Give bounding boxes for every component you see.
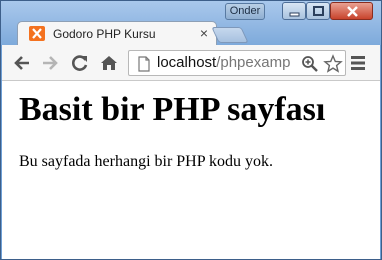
back-arrow-icon[interactable] bbox=[12, 53, 32, 73]
close-window-button[interactable] bbox=[330, 2, 373, 20]
url-text[interactable]: localhost/phpexamp bbox=[157, 54, 290, 71]
minimize-button[interactable] bbox=[282, 2, 306, 20]
url-path: /phpexamp bbox=[216, 54, 291, 71]
browser-toolbar: localhost/phpexamp bbox=[2, 45, 380, 81]
profile-button[interactable]: Onder bbox=[225, 3, 265, 20]
tab-title: Godoro PHP Kursu bbox=[53, 27, 156, 41]
home-icon[interactable] bbox=[99, 53, 119, 73]
forward-arrow-icon[interactable] bbox=[40, 53, 60, 73]
tab-godoro-php[interactable]: Godoro PHP Kursu × bbox=[17, 21, 217, 45]
maximize-icon bbox=[313, 6, 324, 16]
zoom-icon[interactable] bbox=[301, 55, 319, 73]
page-icon bbox=[138, 56, 150, 72]
minimize-icon bbox=[289, 12, 300, 17]
maximize-button[interactable] bbox=[306, 2, 330, 20]
reload-icon[interactable] bbox=[70, 53, 90, 73]
browser-window: Onder Godoro PHP Kursu × localhost/phpex… bbox=[0, 0, 382, 260]
tab-close-icon[interactable]: × bbox=[197, 26, 211, 40]
page-paragraph: Bu sayfada herhangi bir PHP kodu yok. bbox=[19, 153, 274, 170]
star-icon[interactable] bbox=[323, 54, 343, 74]
url-host: localhost bbox=[157, 54, 217, 71]
page-heading: Basit bir PHP sayfası bbox=[19, 91, 326, 128]
address-bar[interactable]: localhost/phpexamp bbox=[128, 50, 346, 76]
menu-icon[interactable] bbox=[348, 54, 368, 72]
title-bar: Onder Godoro PHP Kursu × bbox=[1, 1, 381, 45]
page-content: Basit bir PHP sayfası Bu sayfada herhang… bbox=[2, 81, 380, 259]
close-icon bbox=[347, 6, 358, 17]
new-tab-button[interactable] bbox=[211, 27, 249, 43]
xampp-icon bbox=[29, 26, 45, 41]
